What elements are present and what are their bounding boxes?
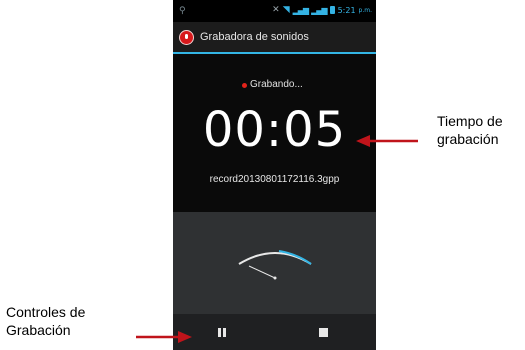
callout-controls-line2: Grabación xyxy=(6,322,71,338)
recording-dot-icon xyxy=(242,83,247,88)
recording-controls xyxy=(173,314,376,350)
status-time: 5:21 xyxy=(337,5,356,15)
signal-icon: ▂▄▆ xyxy=(292,5,310,15)
action-bar: Grabadora de sonidos xyxy=(173,22,376,54)
status-icons: ✕ ◥ ▂▄▆ ▂▄▆ 5:21 p.m. xyxy=(272,5,372,15)
microphone-record-icon xyxy=(179,30,194,45)
stop-button[interactable] xyxy=(310,322,336,344)
usb-icon: ⚲ xyxy=(179,6,186,16)
status-bar: ⚲ ✕ ◥ ▂▄▆ ▂▄▆ 5:21 p.m. xyxy=(173,0,376,22)
callout-recording-time: Tiempo de grabación xyxy=(437,112,523,148)
level-meter-panel xyxy=(173,212,376,314)
battery-icon xyxy=(329,6,335,14)
arrow-time-icon xyxy=(356,135,418,147)
pause-icon xyxy=(218,328,221,337)
recording-status: Grabando... xyxy=(250,79,303,90)
callout-time-line1: Tiempo de xyxy=(437,113,503,129)
callout-controls-line1: Controles de xyxy=(6,304,86,320)
phone-screen: ⚲ ✕ ◥ ▂▄▆ ▂▄▆ 5:21 p.m. Grabadora de son… xyxy=(173,0,376,350)
vibrate-icon: ✕ xyxy=(272,5,280,15)
elapsed-time: 00:05 xyxy=(202,102,347,158)
pause-button[interactable] xyxy=(209,322,235,344)
stop-icon xyxy=(319,328,328,337)
arrow-controls-icon xyxy=(136,331,192,343)
timer-panel: Grabando... 00:05 record20130801172116.3… xyxy=(173,54,376,212)
wifi-icon: ◥ xyxy=(282,5,290,15)
file-name: record20130801172116.3gpp xyxy=(209,174,340,185)
app-title: Grabadora de sonidos xyxy=(200,31,309,43)
status-ampm: p.m. xyxy=(358,6,372,14)
callout-recording-controls: Controles de Grabación xyxy=(6,303,126,339)
signal-2-icon: ▂▄▆ xyxy=(311,5,328,15)
pause-icon-bar xyxy=(223,328,226,337)
vu-meter-icon xyxy=(238,250,312,280)
callout-time-line2: grabación xyxy=(437,131,499,147)
